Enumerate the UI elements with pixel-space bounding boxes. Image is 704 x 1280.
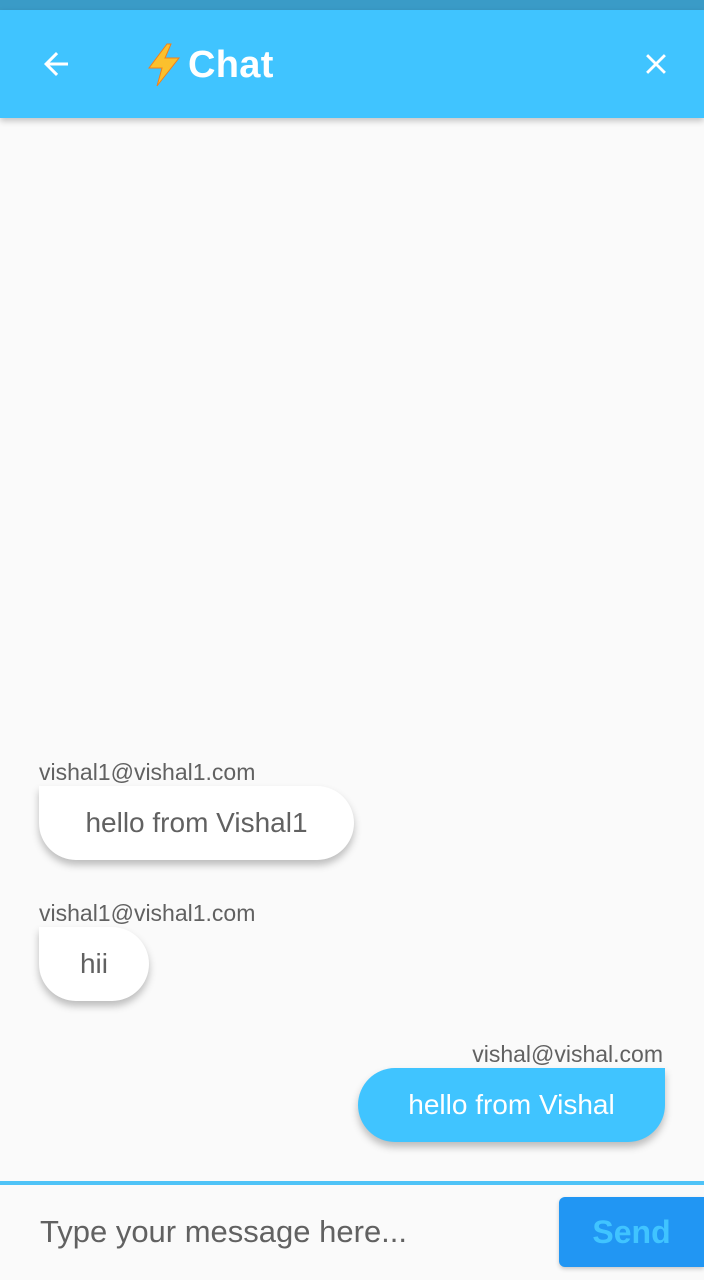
message-sender: vishal1@vishal1.com — [39, 759, 256, 785]
message-bubble[interactable]: hello from Vishal — [358, 1068, 665, 1142]
lightning-bolt-icon — [148, 43, 181, 87]
message-bubble[interactable]: hii — [39, 927, 149, 1001]
app-bar: Chat — [0, 10, 704, 118]
message-bubble[interactable]: hello from Vishal1 — [39, 786, 354, 860]
back-button[interactable] — [28, 36, 84, 92]
arrow-left-icon — [44, 52, 68, 76]
message-composer: Send — [0, 1185, 704, 1280]
page-title-text: Chat — [188, 43, 274, 86]
message-sender: vishal1@vishal1.com — [39, 900, 256, 926]
message-sender: vishal@vishal.com — [472, 1041, 663, 1067]
page-title: Chat — [144, 40, 274, 90]
close-button[interactable] — [628, 36, 684, 92]
status-bar-strip — [0, 0, 704, 10]
close-icon — [646, 54, 666, 74]
message-input[interactable] — [20, 1201, 540, 1263]
send-button[interactable]: Send — [559, 1197, 704, 1267]
